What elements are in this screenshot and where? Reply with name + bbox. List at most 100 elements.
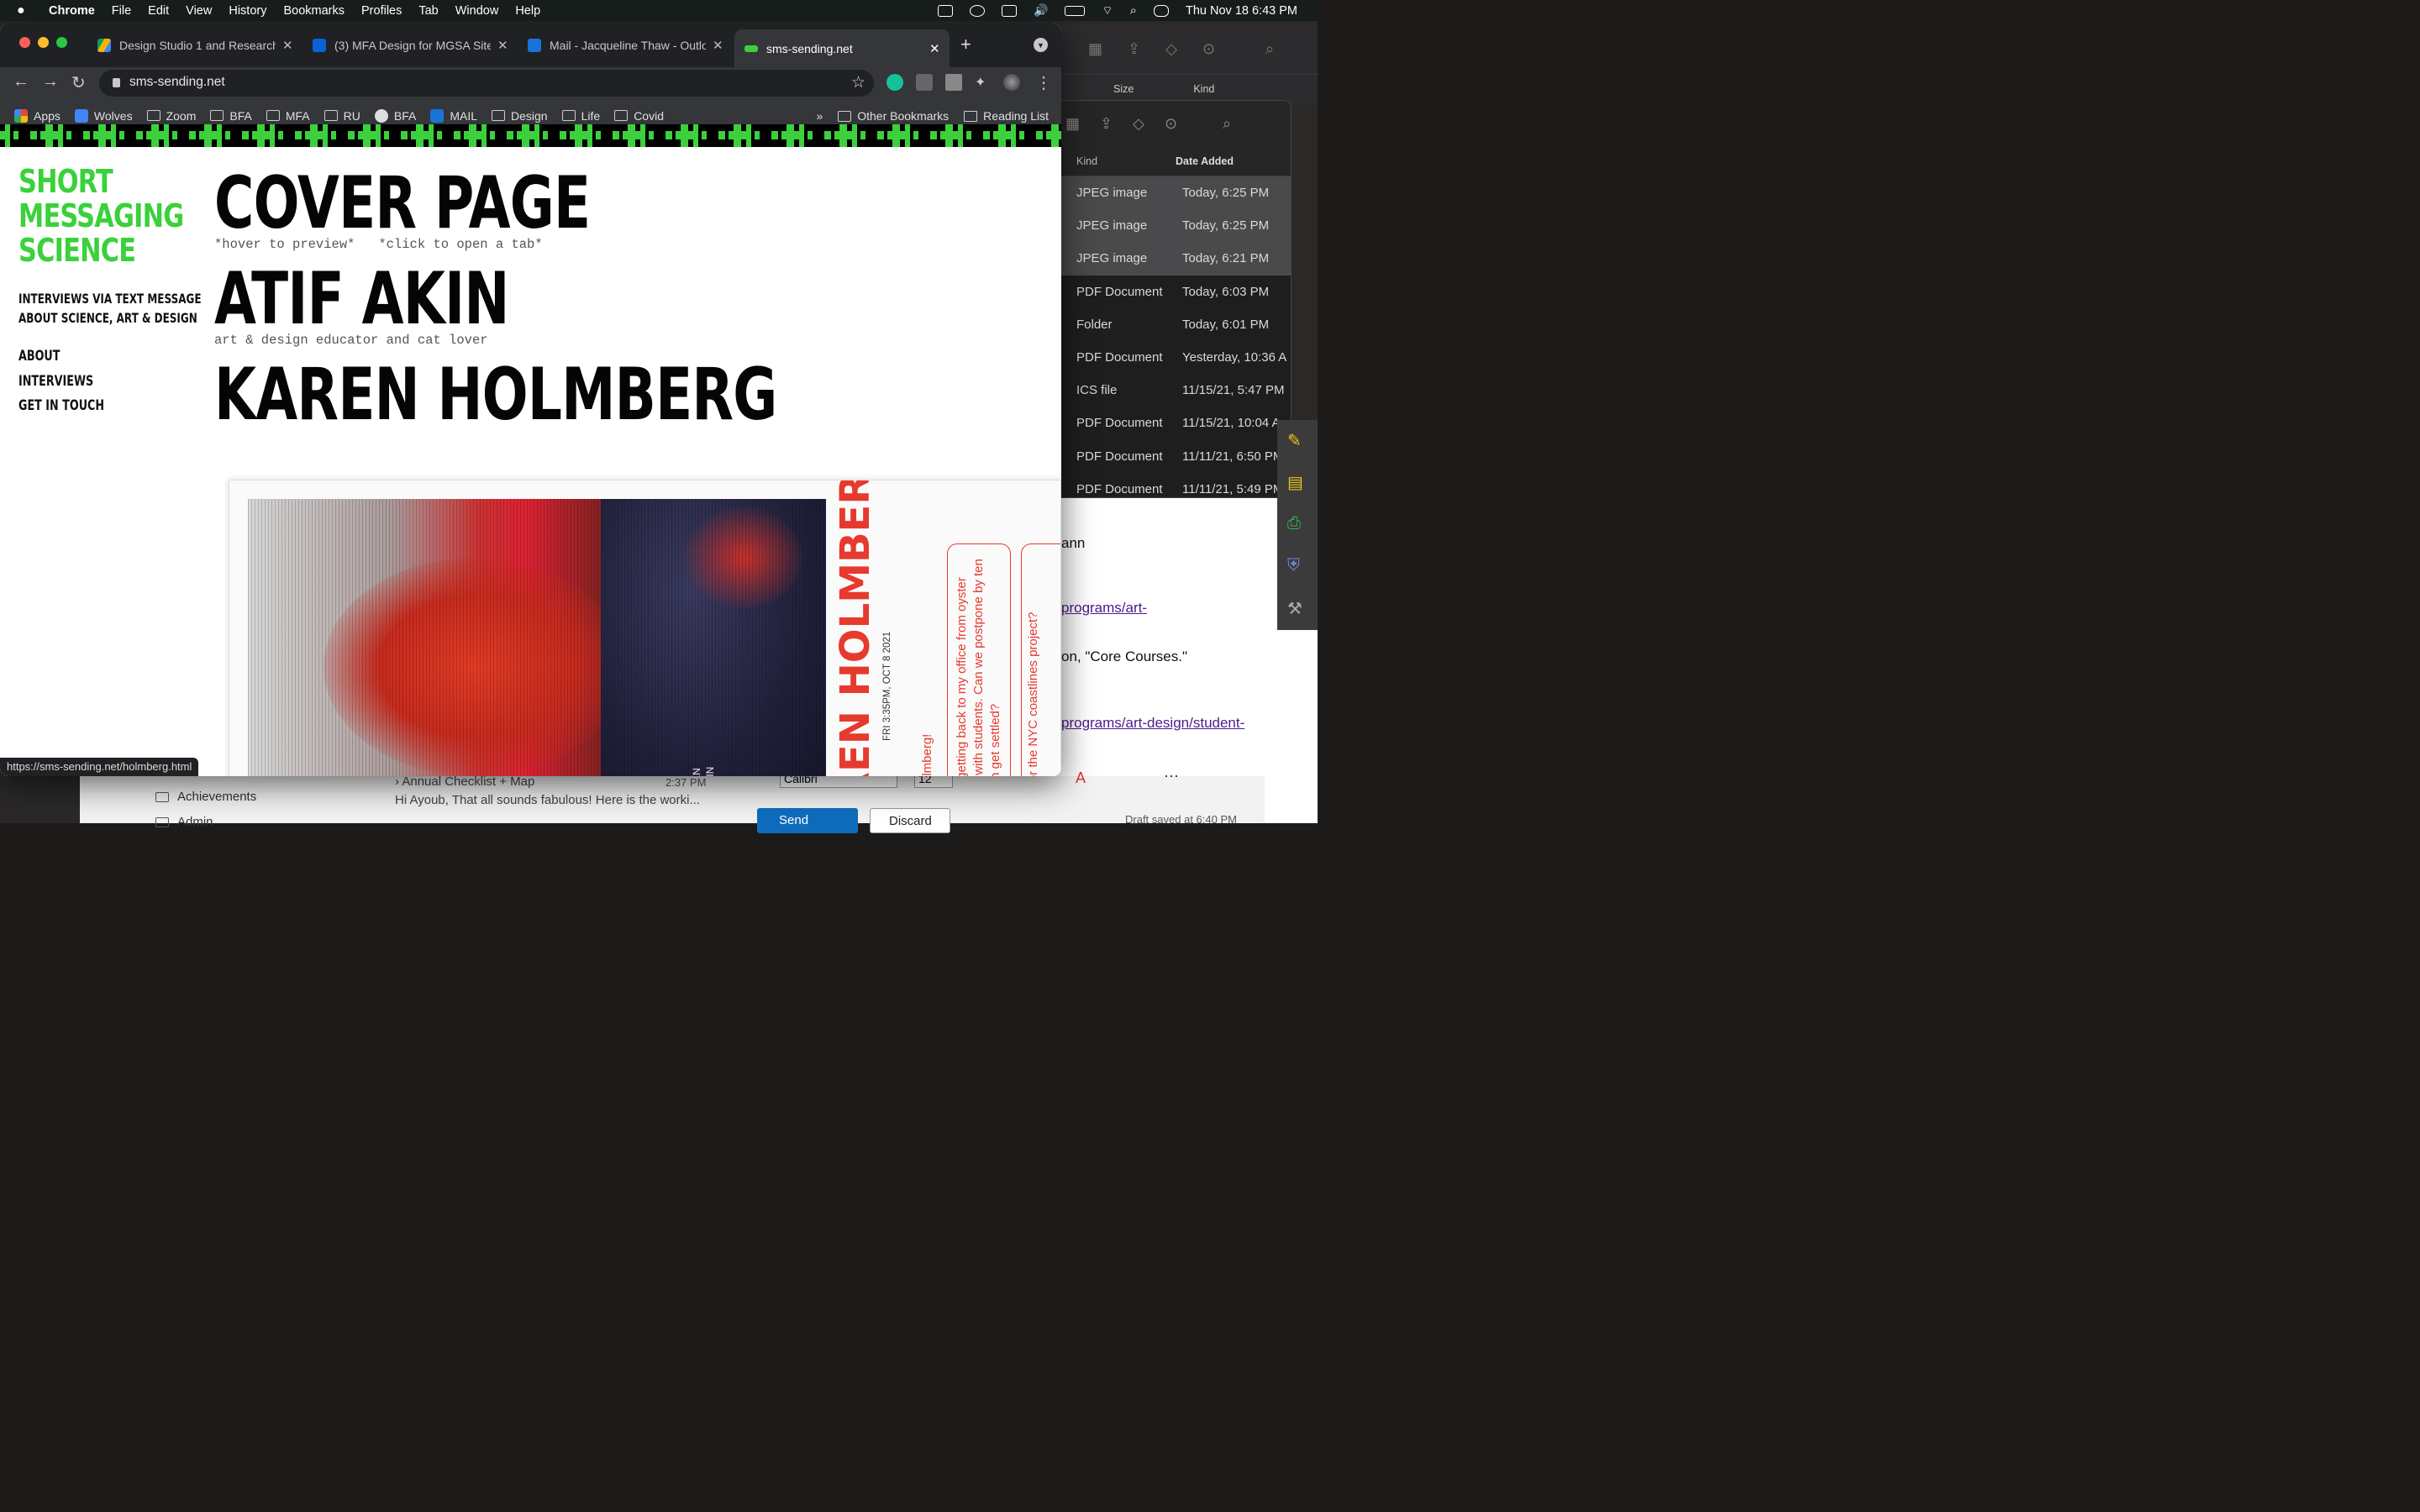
file-row[interactable]: Folder Today, 6:01 PM (1055, 308, 1291, 341)
tab-sms-sending[interactable]: sms-sending.net ✕ (734, 29, 950, 67)
bookmark-mail[interactable]: MAIL (430, 108, 477, 123)
zoom-window-button[interactable] (56, 37, 67, 48)
send-button[interactable]: Send (757, 808, 858, 833)
grammarly-icon[interactable] (886, 74, 903, 91)
other-bookmarks[interactable]: Other Bookmarks (838, 109, 949, 123)
volume-icon[interactable]: 🔊 (1034, 3, 1048, 18)
tab-search-icon[interactable]: ▼ (1034, 38, 1048, 52)
search-icon[interactable]: ⌕ (1265, 40, 1274, 58)
search-icon[interactable]: ⌕ (1223, 115, 1231, 133)
bookmark-life[interactable]: Life (561, 109, 600, 123)
nav-about[interactable]: ABOUT (18, 344, 104, 370)
close-icon[interactable]: ✕ (929, 41, 940, 56)
spotlight-search-icon[interactable]: ⌕ (1130, 3, 1137, 18)
heading-atif-akin[interactable]: ATIF AKIN (214, 263, 509, 335)
heading-cover-page[interactable]: COVER PAGE (214, 167, 591, 239)
clock[interactable]: Thu Nov 18 6:43 PM (1186, 4, 1297, 18)
creative-cloud-icon[interactable] (969, 4, 985, 17)
folder-item[interactable]: Achievements (155, 790, 256, 804)
lock-icon[interactable] (113, 78, 120, 87)
menu-profiles[interactable]: Profiles (361, 4, 402, 18)
site-logo[interactable]: SHORT MESSAGING SCIENCE (18, 165, 184, 268)
discard-button[interactable]: Discard (870, 808, 950, 833)
file-row[interactable]: PDF Document 11/11/21, 5:49 PM (1055, 473, 1291, 497)
file-row[interactable]: JPEG image Today, 6:25 PM (1055, 176, 1291, 210)
file-row[interactable]: JPEG image Today, 6:25 PM (1055, 209, 1291, 243)
file-row[interactable]: PDF Document Today, 6:03 PM (1055, 276, 1291, 308)
more-bookmarks-chevron[interactable]: » (816, 109, 823, 123)
column-date-added[interactable]: Date Added (1176, 155, 1234, 167)
apple-icon[interactable]: ● (17, 3, 32, 18)
menu-bookmarks[interactable]: Bookmarks (283, 4, 345, 18)
font-color-icon[interactable]: A (1076, 769, 1086, 787)
menu-history[interactable]: History (229, 4, 266, 18)
bookmark-design[interactable]: Design (492, 109, 548, 123)
email-link[interactable]: programs/art-design/student- (1061, 715, 1244, 732)
close-window-button[interactable] (19, 37, 30, 48)
column-kind[interactable]: Kind (1193, 83, 1214, 95)
tag-icon[interactable]: ◇ (1165, 40, 1177, 58)
mail-subject[interactable]: › Annual Checklist + Map (395, 774, 534, 789)
puzzle-icon[interactable]: ✦ (975, 74, 992, 91)
forward-icon[interactable]: → (42, 72, 59, 92)
reading-list[interactable]: Reading List (964, 109, 1049, 123)
folder-item[interactable]: Admin (155, 815, 213, 829)
more-icon[interactable]: ⊙ (1165, 115, 1177, 133)
nav-get-in-touch[interactable]: GET IN TOUCH (18, 394, 104, 419)
control-center-icon[interactable] (1154, 4, 1169, 17)
tab-drive[interactable]: Design Studio 1 and Research ✕ (89, 29, 299, 61)
bookmark-wolves[interactable]: Wolves (74, 108, 133, 123)
close-icon[interactable]: ✕ (497, 38, 508, 53)
back-icon[interactable]: ← (13, 72, 29, 92)
menu-file[interactable]: File (112, 4, 131, 18)
file-row[interactable]: ICS file 11/15/21, 5:47 PM (1055, 374, 1291, 407)
more-options-icon[interactable]: ⋯ (1164, 768, 1179, 785)
tab-outlook[interactable]: Mail - Jacqueline Thaw - Outlo ✕ (519, 29, 729, 61)
file-row[interactable]: JPEG image Today, 6:21 PM (1055, 242, 1291, 276)
extension-a-icon[interactable] (945, 74, 962, 91)
file-row[interactable]: PDF Document 11/11/21, 6:50 PM (1055, 440, 1291, 473)
menu-window[interactable]: Window (455, 4, 499, 18)
more-icon[interactable]: ⊙ (1202, 40, 1215, 58)
wifi-icon[interactable]: ⌔ (1102, 3, 1113, 18)
screen-record-icon[interactable] (937, 4, 953, 17)
file-row[interactable]: PDF Document 11/15/21, 10:04 A (1055, 407, 1291, 439)
print-icon[interactable]: ⎙ (1287, 514, 1301, 533)
menu-view[interactable]: View (186, 4, 212, 18)
new-tab-button[interactable]: + (960, 34, 971, 55)
battery-icon[interactable] (1065, 5, 1086, 16)
menu-tab[interactable]: Tab (418, 4, 438, 18)
menu-app-name[interactable]: Chrome (49, 4, 95, 18)
keyboard-icon[interactable] (1001, 4, 1017, 17)
bookmark-ru[interactable]: RU (324, 109, 360, 123)
menu-help[interactable]: Help (515, 4, 540, 18)
note-icon[interactable]: ✎ (1287, 430, 1302, 451)
bookmark-apps[interactable]: Apps (14, 108, 60, 123)
minimize-window-button[interactable] (38, 37, 49, 48)
share-icon[interactable]: ⇪ (1128, 40, 1140, 58)
file-row[interactable]: PDF Document Yesterday, 10:36 A (1055, 341, 1291, 374)
close-icon[interactable]: ✕ (282, 38, 293, 53)
bookmark-bfa[interactable]: BFA (210, 109, 252, 123)
view-grid-icon[interactable]: ▦ (1065, 115, 1080, 133)
avatar[interactable] (1003, 74, 1020, 91)
share-icon[interactable]: ⇪ (1100, 115, 1113, 133)
tools-icon[interactable]: ⚒ (1287, 598, 1302, 619)
bookmark-mfa[interactable]: MFA (266, 109, 310, 123)
close-icon[interactable]: ✕ (713, 38, 723, 53)
heading-karen-holmberg[interactable]: KAREN HOLMBERG (214, 359, 777, 431)
kebab-menu-icon[interactable]: ⋮ (1035, 72, 1052, 93)
menu-edit[interactable]: Edit (148, 4, 169, 18)
nav-interviews[interactable]: INTERVIEWS (18, 370, 104, 395)
bookmark-bfa-site[interactable]: BFA (374, 108, 416, 123)
reload-icon[interactable]: ↻ (71, 72, 86, 93)
bookmark-zoom[interactable]: Zoom (146, 109, 196, 123)
column-size[interactable]: Size (1113, 83, 1134, 95)
tag-icon[interactable]: ◇ (1133, 115, 1144, 133)
email-link[interactable]: programs/art- (1061, 600, 1147, 617)
comment-icon[interactable]: ▤ (1287, 472, 1303, 493)
shield-icon[interactable]: ⛨ (1287, 556, 1300, 575)
bookmark-star-icon[interactable]: ☆ (851, 73, 865, 92)
column-kind[interactable]: Kind (1076, 155, 1097, 167)
extension-icon[interactable] (916, 74, 933, 91)
